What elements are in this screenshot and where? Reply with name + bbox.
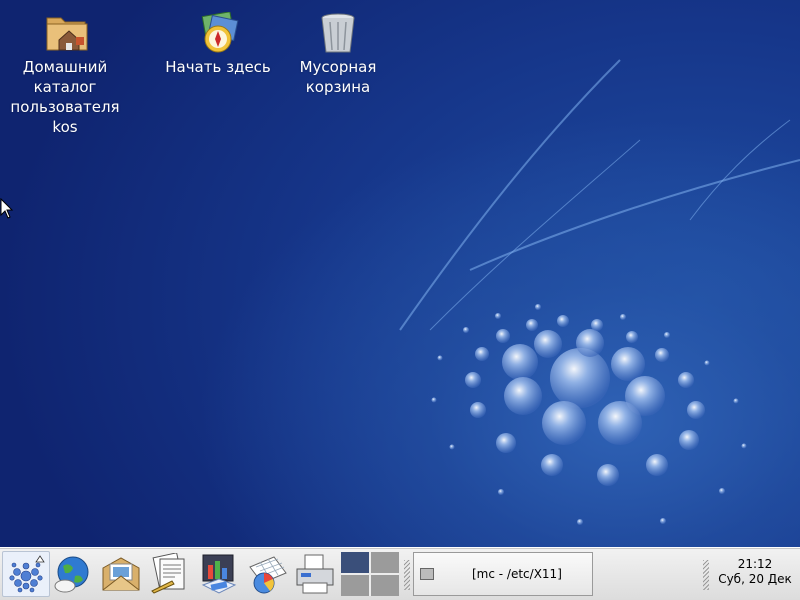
web-browser-icon <box>54 556 89 593</box>
launcher-printer[interactable] <box>292 551 338 597</box>
start-here-label: Начать здесь <box>165 58 271 76</box>
compass-icon <box>198 11 239 54</box>
pager-desktop-4[interactable] <box>371 575 399 596</box>
clock-time: 21:12 <box>737 557 773 571</box>
home-folder-label: Домашний каталог пользователя kos <box>10 58 120 136</box>
home-folder-icon <box>45 12 88 54</box>
kmenu-button[interactable] <box>2 551 50 597</box>
trash-label: Мусорная корзина <box>299 58 377 96</box>
clock-date: Суб, 20 Дек <box>718 572 792 586</box>
mail-icon <box>102 557 140 591</box>
spreadsheet-icon <box>249 556 287 594</box>
clock[interactable]: 21:12 Суб, 20 Дек <box>712 557 798 587</box>
presentation-icon <box>201 554 237 594</box>
desktop-icon-home-folder[interactable]: Домашний каталог пользователя kos <box>0 0 132 137</box>
desktop-icon-start-here[interactable]: Начать здесь <box>151 0 285 77</box>
launcher-web-browser[interactable] <box>50 551 96 597</box>
launcher-spreadsheet[interactable] <box>245 551 291 597</box>
taskbar-button[interactable]: [mc - /etc/X11] <box>413 552 593 596</box>
pager-desktop-3[interactable] <box>341 575 369 596</box>
taskbar-window-title: [mc - /etc/X11] <box>472 567 562 581</box>
panel-handle[interactable] <box>404 560 410 590</box>
desktop-icon-trash[interactable]: Мусорная корзина <box>271 0 405 97</box>
pager-desktop-1[interactable] <box>341 552 369 573</box>
desktop-background[interactable]: Домашний каталог пользователя kos Начать… <box>0 0 800 547</box>
word-processor-icon <box>151 553 185 594</box>
terminal-window-icon <box>420 568 434 580</box>
mouse-cursor-icon <box>0 198 14 219</box>
desktop-pager <box>341 552 399 596</box>
launcher-mail[interactable] <box>98 551 144 597</box>
pager-desktop-2[interactable] <box>371 552 399 573</box>
printer-icon <box>296 554 334 594</box>
kmenu-icon <box>9 555 45 593</box>
trash-icon <box>318 12 358 54</box>
launcher-presentation[interactable] <box>196 551 242 597</box>
launcher-word-processor[interactable] <box>147 551 193 597</box>
bottom-panel: [mc - /etc/X11] 21:12 Суб, 20 Дек <box>0 547 800 600</box>
panel-handle-right[interactable] <box>703 560 709 590</box>
